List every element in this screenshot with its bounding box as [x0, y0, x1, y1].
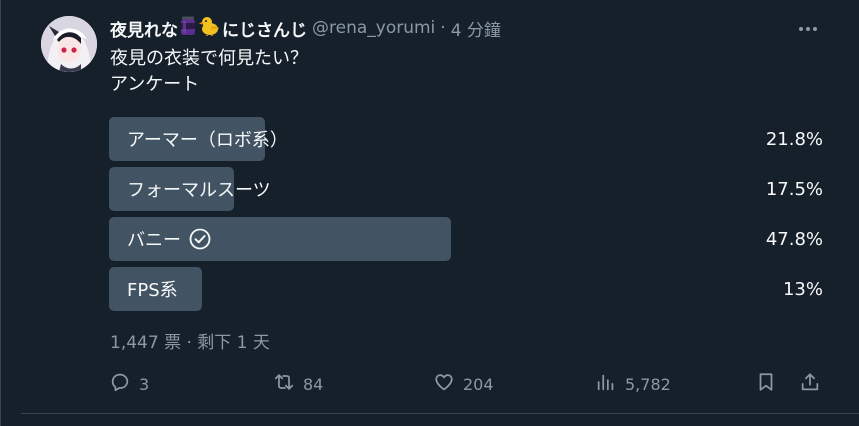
poll-option-label: バニー [127, 230, 181, 251]
poll-option-percent: 17.5% [765, 178, 823, 200]
bookmark-icon [755, 371, 777, 397]
reply-button[interactable]: 3 [109, 371, 149, 397]
like-icon [433, 371, 455, 397]
like-count: 204 [463, 374, 494, 394]
bookmark-button[interactable] [755, 371, 777, 397]
poll-option-fps: FPS系 13% [109, 267, 825, 311]
poll-option-percent: 21.8% [765, 128, 823, 150]
views-count: 5,782 [625, 374, 671, 394]
tweet-header: 夜見れな にじさんじ @rena_yorumi · 4 分鐘 [110, 14, 501, 42]
poll-option-percent: 13% [782, 278, 823, 300]
tweet-text-line1: 夜見の衣装で何見たい？ [110, 48, 308, 69]
display-name[interactable]: 夜見れな にじさんじ [110, 16, 307, 41]
retweet-icon [273, 371, 295, 397]
poll-option-bunny: バニー 47.8% [109, 217, 825, 261]
poll-option-label: フォーマルスーツ [127, 180, 271, 201]
more-icon [799, 27, 817, 31]
tweet-text: 夜見の衣装で何見たい？ アンケート [110, 46, 308, 98]
poll-option-label: FPS系 [127, 280, 178, 301]
poll-option-percent: 47.8% [765, 228, 823, 250]
tweet-timestamp[interactable]: 4 分鐘 [451, 16, 501, 41]
reply-count: 3 [139, 374, 150, 394]
retweet-button[interactable]: 84 [273, 371, 323, 397]
share-icon [799, 371, 821, 397]
display-name-part1: 夜見れな [110, 20, 178, 41]
avatar[interactable] [41, 16, 97, 72]
views-button[interactable]: 5,782 [595, 371, 671, 397]
avatar-image [41, 16, 97, 72]
share-button[interactable] [799, 371, 821, 397]
poll-option-label-wrap: バニー [127, 217, 211, 261]
display-name-part2: にじさんじ [222, 20, 307, 41]
poll-meta: 1,447 票 · 剩下 1 天 [110, 333, 270, 353]
poll-option-formal-suit: フォーマルスーツ 17.5% [109, 167, 825, 211]
like-button[interactable]: 204 [433, 371, 494, 397]
chick-emoji-icon [199, 16, 221, 41]
header-separator: · [440, 18, 446, 38]
poll-option-label: アーマー（ロボ系） [127, 130, 288, 151]
poll: アーマー（ロボ系） 21.8% フォーマルスーツ 17.5% バニー 47.8% [109, 117, 825, 317]
jar-emoji-icon [179, 16, 197, 41]
poll-option-armor: アーマー（ロボ系） 21.8% [109, 117, 825, 161]
tweet-text-line2: アンケート [110, 74, 200, 95]
views-icon [595, 371, 617, 397]
tweet[interactable]: 夜見れな にじさんじ @rena_yorumi · 4 分鐘 夜見の衣装で何見た… [0, 0, 859, 426]
user-handle[interactable]: @rena_yorumi [312, 18, 435, 38]
retweet-count: 84 [303, 374, 324, 394]
reply-icon [109, 371, 131, 397]
action-bar: 3 84 204 5,782 [109, 371, 829, 397]
check-circle-icon [189, 228, 211, 250]
divider [21, 413, 859, 414]
more-button[interactable] [791, 14, 825, 44]
